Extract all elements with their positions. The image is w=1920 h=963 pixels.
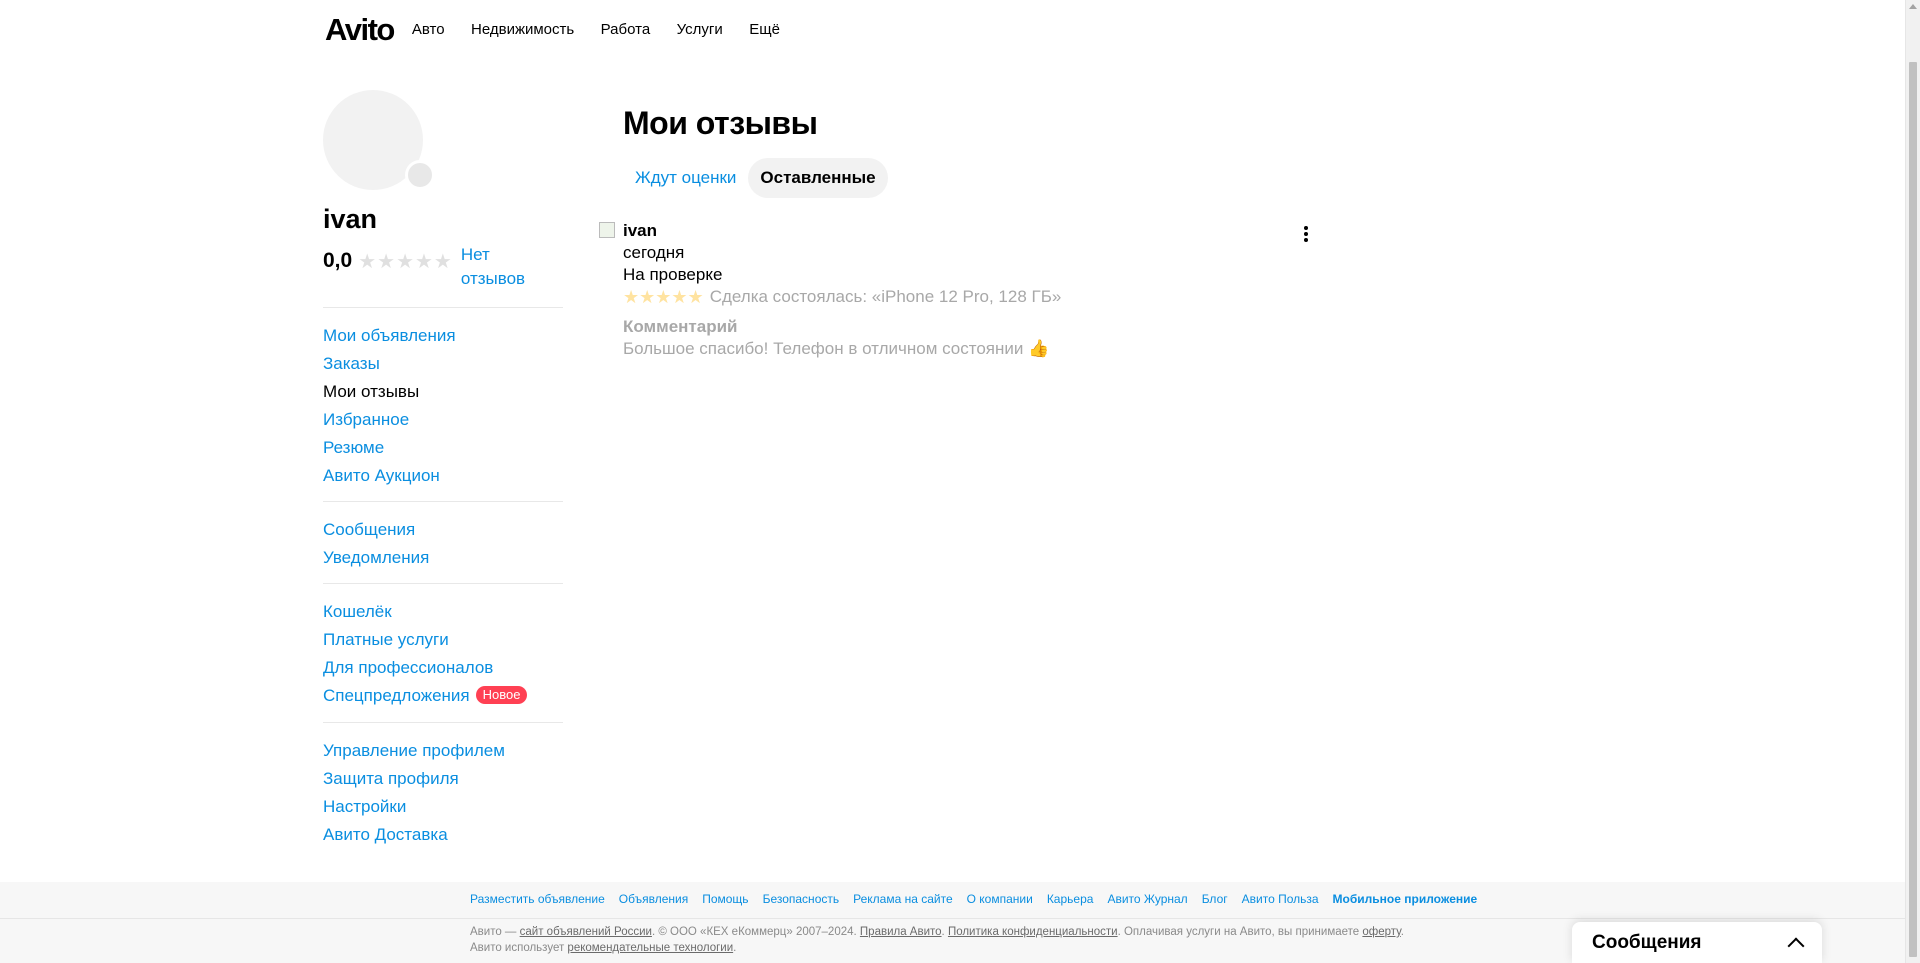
sidebar-item-messages[interactable]: Сообщения (323, 516, 563, 544)
messages-widget[interactable]: Сообщения (1572, 922, 1822, 963)
rating-stars-icon: ★★★★★ (358, 251, 453, 273)
tab-left[interactable]: Оставленные (748, 158, 888, 198)
review-card: ivan сегодня На проверке ★★★★★ Сделка со… (599, 220, 1323, 360)
chevron-up-icon[interactable] (1787, 937, 1805, 954)
footer-link-ads[interactable]: Объявления (619, 892, 688, 906)
sidebar-item-profile-protection[interactable]: Защита профиля (323, 765, 563, 793)
footer-link-advertising[interactable]: Реклама на сайте (853, 892, 953, 906)
review-stars-icon: ★★★★★ (623, 287, 704, 307)
legal-text-6: . (733, 942, 737, 954)
nav-realty[interactable]: Недвижимость (471, 21, 574, 38)
sidebar-item-auction[interactable]: Авито Аукцион (323, 462, 563, 490)
footer-link-benefit[interactable]: Авито Польза (1242, 892, 1319, 906)
sidebar-item-wallet[interactable]: Кошелёк (323, 598, 563, 626)
sidebar-item-resume[interactable]: Резюме (323, 434, 563, 462)
menu-group-messages: Сообщения Уведомления (323, 501, 563, 583)
footer-link-careers[interactable]: Карьера (1047, 892, 1094, 906)
sidebar-item-special-offers-row: Спецпредложения Новое (323, 682, 563, 711)
nav-jobs[interactable]: Работа (601, 21, 651, 38)
menu-group-wallet: Кошелёк Платные услуги Для профессионало… (323, 583, 563, 722)
main-content: Мои отзывы Ждут оценки Оставленные ivan … (599, 105, 1323, 360)
scrollbar-thumb[interactable] (1909, 62, 1917, 957)
nav-auto[interactable]: Авто (412, 21, 445, 38)
review-status: На проверке (623, 265, 723, 284)
scroll-up-arrow-icon[interactable] (1909, 4, 1917, 9)
footer-links: Разместить объявление Объявления Помощь … (470, 892, 1491, 906)
review-deal: Сделка состоялась: «iPhone 12 Pro, 128 Г… (709, 287, 1062, 306)
sidebar-item-my-reviews[interactable]: Мои отзывы (323, 378, 563, 406)
sidebar-item-special-offers[interactable]: Спецпредложения (323, 686, 470, 705)
sidebar-item-notifications[interactable]: Уведомления (323, 544, 563, 572)
more-options-icon[interactable] (1303, 226, 1309, 244)
footer-link-journal[interactable]: Авито Журнал (1107, 892, 1187, 906)
footer-link-about[interactable]: О компании (967, 892, 1033, 906)
legal-text-4: . Оплачивая услуги на Авито, вы принимае… (1117, 926, 1363, 938)
new-badge: Новое (475, 686, 528, 704)
footer-link-post-ad[interactable]: Разместить объявление (470, 892, 605, 906)
sidebar-item-delivery[interactable]: Авито Доставка (323, 821, 563, 849)
sidebar-item-my-ads[interactable]: Мои объявления (323, 322, 563, 350)
sidebar-item-favorites[interactable]: Избранное (323, 406, 563, 434)
sidebar-item-settings[interactable]: Настройки (323, 793, 563, 821)
legal-text-1: Авито — (470, 926, 520, 938)
legal-link-recommendations[interactable]: рекомендательные технологии (567, 942, 733, 954)
footer-link-help[interactable]: Помощь (702, 892, 748, 906)
tab-awaiting[interactable]: Ждут оценки (623, 158, 748, 198)
messages-widget-label: Сообщения (1592, 931, 1702, 953)
sidebar-item-profile-management[interactable]: Управление профилем (323, 737, 563, 765)
nav-more[interactable]: Ещё (749, 21, 780, 38)
legal-text-2: . © ООО «КЕХ еКоммерц» 2007–2024. (651, 926, 860, 938)
legal-link-offer[interactable]: оферту (1362, 926, 1400, 938)
review-author[interactable]: ivan (623, 220, 1323, 242)
legal-link-privacy[interactable]: Политика конфиденциальности (948, 926, 1118, 938)
footer-link-mobile-app[interactable]: Мобильное приложение (1333, 892, 1478, 906)
sidebar-item-paid-services[interactable]: Платные услуги (323, 626, 563, 654)
rating-row: 0,0 ★★★★★ Нет отзывов (323, 243, 563, 291)
review-comment-label: Комментарий (623, 317, 738, 336)
top-header: Avito Авто Недвижимость Работа Услуги Ещ… (325, 0, 802, 60)
avatar-status-dot (405, 160, 435, 190)
profile-name: ivan (323, 204, 378, 234)
profile-sidebar: ivan 0,0 ★★★★★ Нет отзывов Мои объявлени… (323, 90, 563, 860)
legal-link-rules[interactable]: Правила Авито (860, 926, 942, 938)
footer-link-security[interactable]: Безопасность (763, 892, 840, 906)
review-author-avatar (599, 222, 615, 238)
page-title: Мои отзывы (623, 105, 818, 141)
page-scrollbar[interactable] (1905, 0, 1920, 963)
review-date: сегодня (623, 243, 685, 262)
review-deal-row: ★★★★★ Сделка состоялась: «iPhone 12 Pro,… (623, 286, 1323, 308)
avatar[interactable] (323, 90, 435, 190)
thumbs-up-icon: 👍 (1028, 339, 1050, 358)
review-comment: Большое спасибо! Телефон в отличном сост… (623, 339, 1024, 358)
review-tabs: Ждут оценки Оставленные (623, 158, 1323, 198)
menu-group-profile: Управление профилем Защита профиля Настр… (323, 722, 563, 860)
avito-logo[interactable]: Avito (325, 12, 395, 48)
sidebar-item-for-pros[interactable]: Для профессионалов (323, 654, 563, 682)
footer-link-blog[interactable]: Блог (1202, 892, 1228, 906)
menu-group-ads: Мои объявления Заказы Мои отзывы Избранн… (323, 307, 563, 501)
review-comment-row: Большое спасибо! Телефон в отличном сост… (623, 338, 1323, 360)
sidebar-item-orders[interactable]: Заказы (323, 350, 563, 378)
footer-legal: Авито — сайт объявлений России. © ООО «К… (470, 924, 1420, 956)
top-nav: Авто Недвижимость Работа Услуги Ещё (412, 21, 802, 39)
legal-link-site[interactable]: сайт объявлений России (520, 926, 652, 938)
no-reviews-link[interactable]: Нет отзывов (461, 243, 541, 291)
nav-services[interactable]: Услуги (677, 21, 723, 38)
footer-divider (0, 918, 1905, 919)
rating-value: 0,0 (323, 249, 353, 272)
